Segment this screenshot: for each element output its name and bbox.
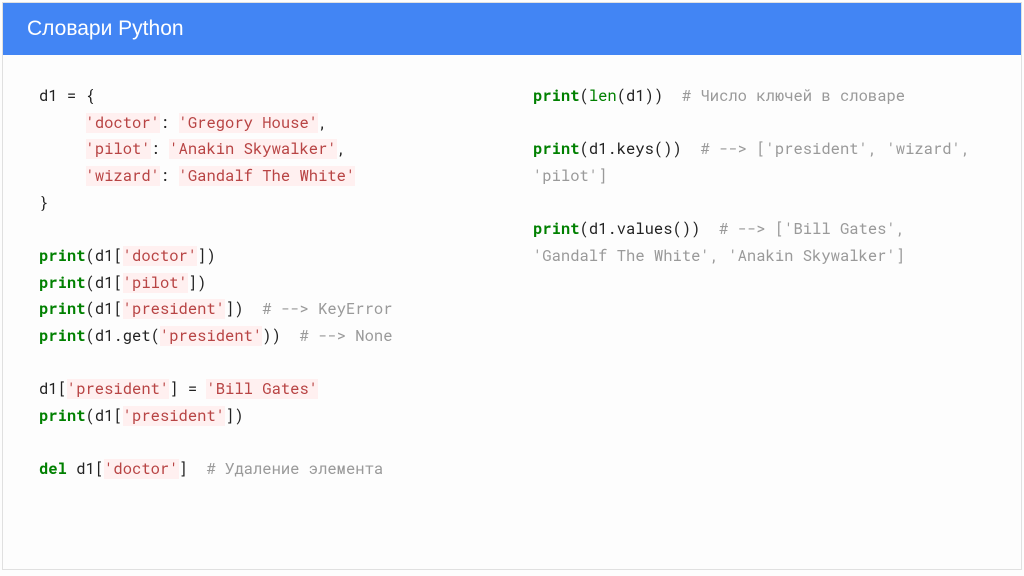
keyword-print: print [39, 299, 86, 319]
slide-title: Словари Python [27, 17, 184, 40]
string-literal: 'Gregory House' [179, 113, 319, 133]
code-line: } [39, 193, 48, 213]
keyword-print: print [533, 86, 580, 106]
comment: # --> None [299, 326, 392, 346]
code-line [39, 113, 86, 133]
comment: # --> KeyError [262, 299, 392, 319]
string-literal: 'doctor' [86, 113, 160, 133]
string-literal: 'doctor' [104, 459, 178, 479]
keyword-print: print [39, 246, 86, 266]
keyword-print: print [39, 326, 86, 346]
code-column-right: print(len(d1)) # Число ключей в словаре … [533, 83, 985, 483]
code-column-left: d1 = { 'doctor': 'Gregory House', 'pilot… [39, 83, 491, 483]
string-literal: 'president' [123, 406, 225, 426]
keyword-print: print [39, 273, 86, 293]
slide: Словари Python d1 = { 'doctor': 'Gregory… [2, 2, 1022, 570]
string-literal: 'Bill Gates' [206, 379, 318, 399]
code-line: d1 = { [39, 86, 95, 106]
comment: # Удаление элемента [206, 459, 383, 479]
keyword-print: print [533, 219, 580, 239]
string-literal: 'Anakin Skywalker' [169, 139, 336, 159]
keyword-print: print [39, 406, 86, 426]
string-literal: 'president' [160, 326, 262, 346]
code-block-left: d1 = { 'doctor': 'Gregory House', 'pilot… [39, 83, 491, 483]
builtin-len: len [589, 86, 617, 106]
string-literal: 'pilot' [86, 139, 151, 159]
keyword-print: print [533, 139, 580, 159]
string-literal: 'doctor' [123, 246, 197, 266]
string-literal: 'Gandalf The White' [179, 166, 356, 186]
keyword-del: del [39, 459, 67, 479]
code-line [39, 166, 86, 186]
string-literal: 'wizard' [86, 166, 160, 186]
string-literal: 'president' [67, 379, 169, 399]
string-literal: 'pilot' [123, 273, 188, 293]
code-block-right: print(len(d1)) # Число ключей в словаре … [533, 83, 985, 270]
string-literal: 'president' [123, 299, 225, 319]
slide-header: Словари Python [3, 3, 1021, 55]
code-line: d1[ [39, 379, 67, 399]
slide-content: d1 = { 'doctor': 'Gregory House', 'pilot… [3, 55, 1021, 503]
code-line [39, 139, 86, 159]
comment: # Число ключей в словаре [682, 86, 905, 106]
